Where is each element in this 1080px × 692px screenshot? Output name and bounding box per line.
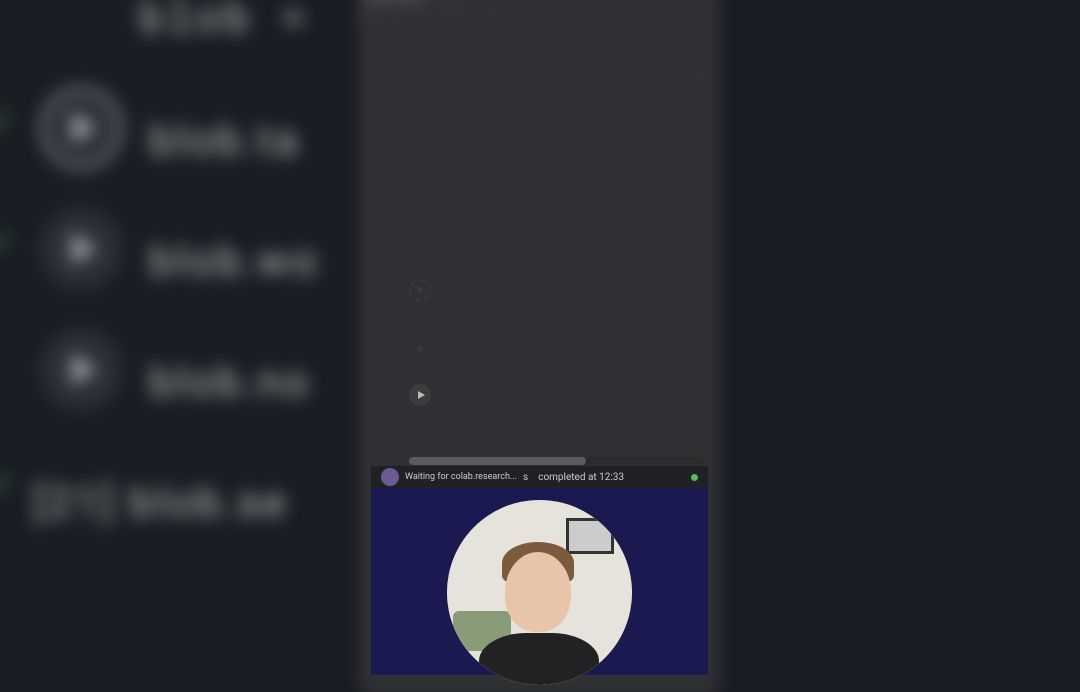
presenter-area — [371, 488, 708, 675]
status-avatar-icon — [381, 468, 399, 486]
presenter-bubble — [447, 500, 632, 685]
status-bar: Waiting for colab.research... s complete… — [371, 466, 708, 488]
code-cell[interactable]: ✓ blob.words — [405, 318, 708, 363]
horizontal-scrollbar[interactable] — [409, 457, 704, 465]
status-dot-icon — [691, 474, 698, 481]
status-waiting: Waiting for colab.research... — [405, 472, 517, 482]
status-suffix: s — [523, 472, 528, 483]
check-icon: ✓ — [0, 104, 17, 141]
status-completed: completed at 12:33 — [538, 472, 624, 483]
